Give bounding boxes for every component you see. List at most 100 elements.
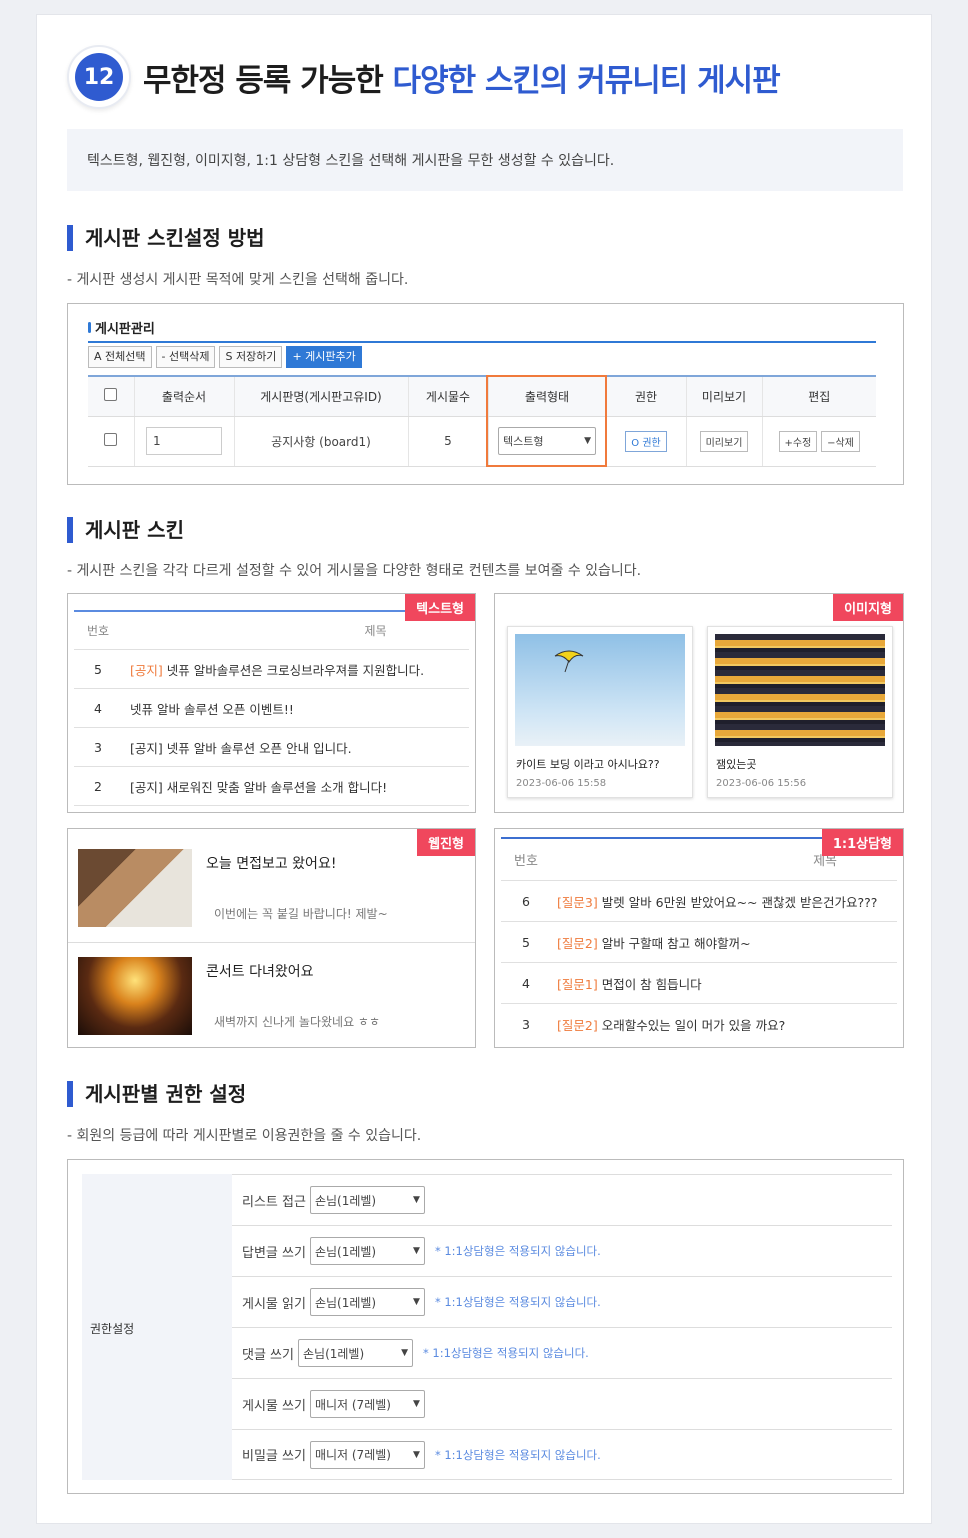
select-all-button[interactable]: A 전체선택 — [88, 346, 152, 368]
col-board-name: 게시판명(게시판고유ID) — [234, 375, 409, 417]
image-skin-panel: 카이트 보딩 이라고 아시나요?? 2023-06-06 15:58 잼있는곳 … — [494, 593, 904, 813]
list-item[interactable]: 6 [질문3] 발렛 알바 6만원 받았어요~~ 괜찮겠 받은건가요??? — [501, 881, 897, 922]
item-prefix: [질문2] — [557, 935, 598, 951]
col-number: 번호 — [86, 624, 110, 638]
item-number: 5 — [94, 661, 102, 677]
concert-photo — [78, 957, 192, 1035]
chevron-down-icon: ▼ — [413, 1297, 420, 1307]
item-number: 3 — [94, 739, 102, 755]
item-number: 6 — [522, 893, 530, 909]
card-date: 2023-06-06 15:56 — [716, 778, 807, 789]
perm-row-label: 리스트 접근 — [242, 1194, 306, 1210]
image-card[interactable]: 카이트 보딩 이라고 아시나요?? 2023-06-06 15:58 — [507, 626, 693, 798]
item-number: 4 — [94, 700, 102, 716]
card-title: 잼있는곳 — [716, 758, 757, 771]
permission-button[interactable]: O 권한 — [625, 430, 667, 452]
item-title: [공지] 넷퓨 알바솔루션은 크로싱브라우져를 지원합니다. — [122, 660, 469, 679]
text-skin-panel: 번호 제목 5 [공지] 넷퓨 알바솔루션은 크로싱브라우져를 지원합니다. 4 넷퓨… — [67, 593, 476, 813]
perm-row-write: 게시물 쓰기 매니저 (7레벨) ▼ — [232, 1378, 892, 1429]
webzine-skin-panel: 오늘 면접보고 왔어요! 이번에는 꼭 붙길 바랍니다! 제발~ 콘서트 다녀왔… — [67, 828, 476, 1048]
qna-skin-tag: 1:1상담형 — [821, 829, 903, 856]
output-type-value: 텍스트형 — [503, 435, 544, 448]
save-button[interactable]: S 저장하기 — [219, 346, 283, 368]
intro-text: 텍스트형, 웹진형, 이미지형, 1:1 상담형 스킨을 선택해 게시판을 무한… — [67, 129, 903, 191]
delete-button[interactable]: −삭제 — [821, 430, 860, 452]
output-type-select[interactable]: 텍스트형 ▼ — [498, 427, 596, 455]
perm-row-comment: 댓글 쓰기 손님(1레벨) ▼ * 1:1상담형은 적용되지 않습니다. — [232, 1327, 892, 1378]
comment-select[interactable]: 손님(1레벨) ▼ — [297, 1339, 413, 1367]
section-title-skins: 게시판 스킨 — [67, 517, 184, 543]
title-plain: 무한정 등록 가능한 — [143, 62, 393, 99]
perm-row-label: 비밀글 쓰기 — [242, 1449, 306, 1464]
secret-select[interactable]: 매니저 (7레벨) ▼ — [309, 1440, 425, 1469]
item-text: 발렛 알바 6만원 받았어요~~ 괜찮겠 받은건가요??? — [597, 894, 878, 910]
select-all-checkbox[interactable] — [104, 388, 118, 402]
row-checkbox[interactable] — [104, 433, 118, 446]
perm-row-label: 게시물 쓰기 — [242, 1398, 306, 1414]
qna-skin-panel: 번호 제목 6 [질문3] 발렛 알바 6만원 받았어요~~ 괜찮겠 받은건가요??… — [494, 828, 904, 1048]
section-number: 12 — [75, 53, 123, 101]
list-item[interactable]: 5 [공지] 넷퓨 알바솔루션은 크로싱브라우져를 지원합니다. — [74, 650, 469, 689]
item-number: 2 — [94, 778, 102, 794]
col-output-type: 출력형태 — [488, 375, 607, 417]
item-text: 알바 구할때 참고 해야할꺼~ — [597, 935, 751, 951]
item-prefix: [질문3] — [557, 894, 598, 910]
perm-note: * 1:1상담형은 적용되지 않습니다. — [434, 1244, 601, 1258]
order-input[interactable]: 1 — [146, 427, 222, 455]
chevron-down-icon: ▼ — [413, 1399, 420, 1409]
order-cell: 1 — [134, 416, 235, 467]
chevron-down-icon: ▼ — [401, 1348, 408, 1358]
webzine-item[interactable]: 콘서트 다녀왔어요 새벽까지 신나게 놀다왔네요 ㅎㅎ — [78, 957, 463, 1047]
list-item[interactable]: 3 [질문2] 오래할수있는 일이 머가 있을 까요? — [501, 1004, 897, 1045]
admin-button-row: A 전체선택 - 선택삭제 S 저장하기 + 게시판추가 — [88, 346, 362, 368]
admin-panel-title: 게시판관리 — [88, 318, 876, 343]
list-item[interactable]: 2 [공지] 새로워진 맞춤 알바 솔루션을 소개 합니다! — [74, 767, 469, 806]
read-select[interactable]: 손님(1레벨) ▼ — [309, 1288, 425, 1316]
select-value: 손님(1레벨) — [314, 1295, 377, 1310]
list-item[interactable]: 4 넷퓨 알바 솔루션 오픈 이벤트!! — [74, 689, 469, 728]
edit-button[interactable]: +수정 — [778, 430, 818, 452]
webzine-title: 오늘 면접보고 왔어요! — [206, 856, 337, 872]
image-card[interactable]: 잼있는곳 2023-06-06 15:56 — [707, 626, 893, 798]
item-prefix: [공지] — [130, 662, 163, 678]
list-item[interactable]: 3 [공지] 넷퓨 알바 솔루션 오픈 안내 입니다. — [74, 728, 469, 767]
permission-label: 권한설정 — [90, 1322, 135, 1336]
list-access-select[interactable]: 손님(1레벨) ▼ — [309, 1186, 425, 1214]
delete-selected-button[interactable]: - 선택삭제 — [155, 346, 216, 368]
webzine-title: 콘서트 다녀왔어요 — [206, 964, 314, 980]
list-item[interactable]: 4 [질문1] 면접이 참 힘듭니다 — [501, 963, 897, 1004]
write-select[interactable]: 매니저 (7레벨) ▼ — [309, 1390, 425, 1418]
item-number: 5 — [522, 934, 530, 950]
reply-select[interactable]: 손님(1레벨) ▼ — [309, 1237, 425, 1265]
title-accent: 다양한 스킨의 커뮤니티 게시판 — [392, 62, 781, 99]
webzine-item[interactable]: 오늘 면접보고 왔어요! 이번에는 꼭 붙길 바랍니다! 제발~ — [78, 849, 463, 939]
select-value: 손님(1레벨) — [314, 1193, 377, 1208]
section-title-skin-setup: 게시판 스킨설정 방법 — [67, 225, 265, 251]
col-permission: 권한 — [606, 375, 687, 417]
item-title: [질문2] 알바 구할때 참고 해야할꺼~ — [551, 933, 897, 952]
table-header-row: 출력순서 게시판명(게시판고유ID) 게시물수 출력형태 권한 미리보기 편집 — [88, 375, 876, 417]
card-title: 카이트 보딩 이라고 아시나요?? — [516, 758, 660, 771]
item-number: 3 — [522, 1017, 530, 1032]
edit-cell: +수정 −삭제 — [762, 416, 876, 467]
select-value: 매니저 (7레벨) — [314, 1397, 391, 1412]
perm-row-list-access: 리스트 접근 손님(1레벨) ▼ — [232, 1174, 892, 1225]
item-prefix: [질문2] — [557, 1018, 598, 1033]
item-title: [질문2] 오래할수있는 일이 머가 있을 까요? — [551, 1015, 897, 1034]
cheese-shelves-photo — [715, 634, 885, 746]
perm-note: * 1:1상담형은 적용되지 않습니다. — [434, 1447, 601, 1462]
text-skin-tag: 텍스트형 — [405, 594, 475, 621]
perm-row-read: 게시물 읽기 손님(1레벨) ▼ * 1:1상담형은 적용되지 않습니다. — [232, 1276, 892, 1327]
webzine-desc: 이번에는 꼭 붙길 바랍니다! 제발~ — [214, 907, 388, 921]
list-item[interactable]: 5 [질문2] 알바 구할때 참고 해야할꺼~ — [501, 922, 897, 963]
col-edit: 편집 — [762, 375, 876, 417]
laptop-photo — [78, 849, 192, 927]
add-board-button[interactable]: + 게시판추가 — [286, 346, 362, 368]
col-number: 번호 — [514, 854, 538, 869]
board-name-cell: 공지사항 (board1) — [234, 416, 409, 467]
webzine-skin-tag: 웹진형 — [417, 829, 475, 856]
page-title: 무한정 등록 가능한 다양한 스킨의 커뮤니티 게시판 — [143, 55, 781, 100]
webzine-desc: 새벽까지 신나게 놀다왔네요 ㅎㅎ — [214, 1015, 381, 1029]
preview-button[interactable]: 미리보기 — [699, 430, 749, 452]
perm-row-label: 답변글 쓰기 — [242, 1245, 306, 1261]
